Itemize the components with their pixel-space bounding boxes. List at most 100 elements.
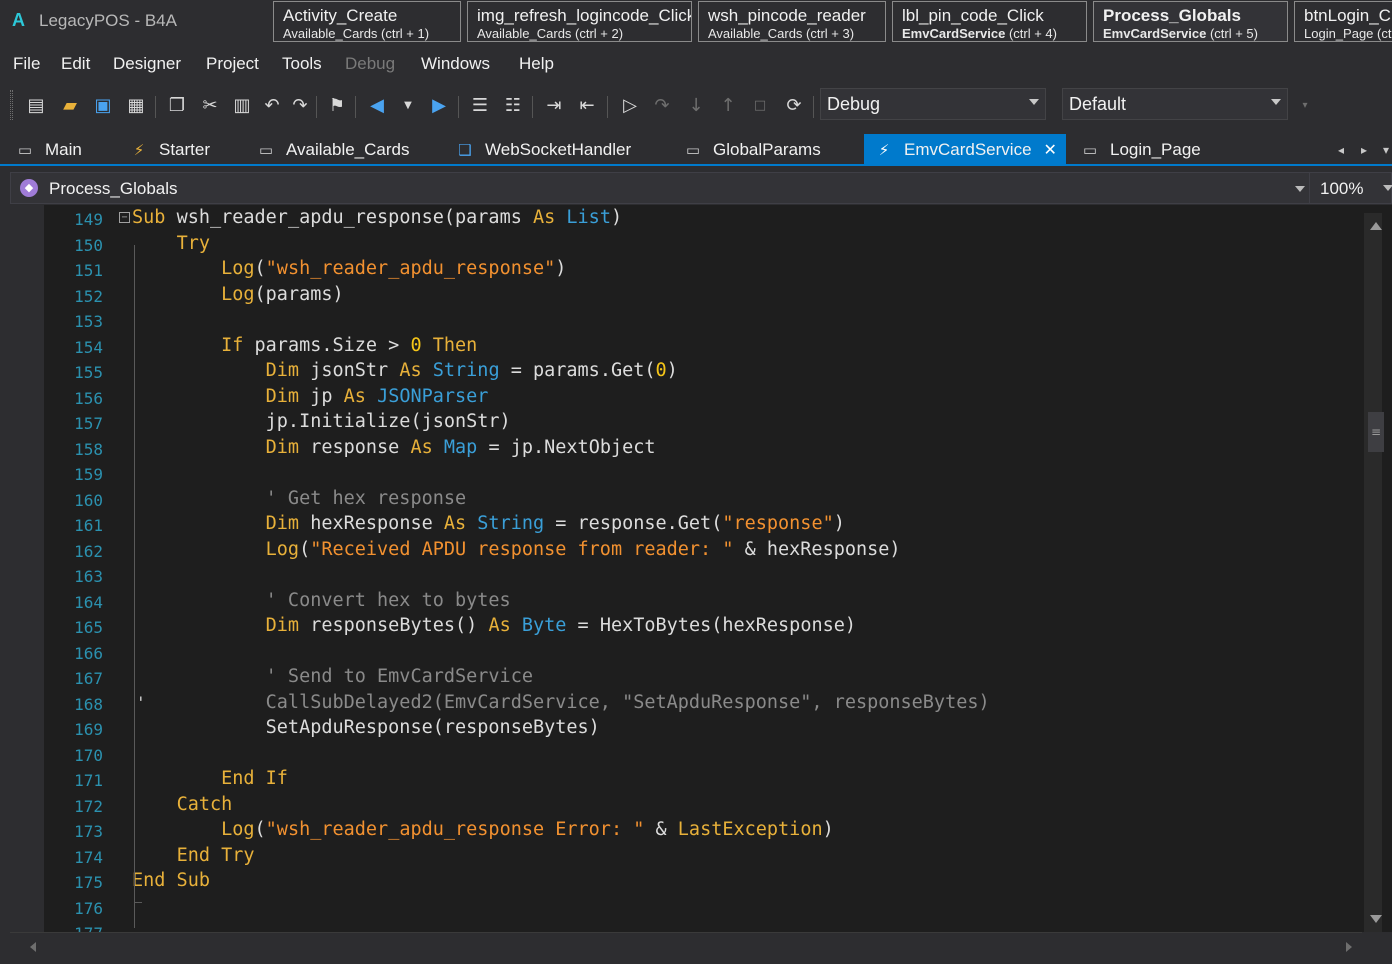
menu-tools[interactable]: Tools	[282, 54, 322, 74]
scroll-up-icon[interactable]	[1370, 222, 1382, 230]
save-all-icon[interactable]: ▦	[124, 93, 148, 117]
code-line[interactable]: 151 Log("wsh_reader_apdu_response")	[44, 257, 1364, 283]
code-line[interactable]: 149 − Sub wsh_reader_apdu_response(params …	[44, 206, 1364, 232]
device-select[interactable]: Default	[1062, 88, 1288, 120]
code-line[interactable]: 158 Dim response As Map = jp.NextObject	[44, 436, 1364, 462]
step-into-icon[interactable]: ↓	[684, 93, 708, 117]
toolbar-overflow-icon[interactable]: ▾	[1293, 93, 1317, 117]
bookmark-icon[interactable]: ⚑	[325, 93, 349, 117]
forward-icon[interactable]: ▶	[427, 93, 451, 117]
menu-windows[interactable]: Windows	[421, 54, 490, 74]
dropdown-icon[interactable]: ▼	[396, 93, 420, 117]
quick-tab-6[interactable]: btnLogin_Click Login_Page (ctrl + 6)	[1294, 1, 1392, 42]
quick-tab-5[interactable]: Process_Globals EmvCardService (ctrl + 5…	[1093, 1, 1288, 42]
comment-icon[interactable]: ☰	[468, 93, 492, 117]
code-line[interactable]: 161 Dim hexResponse As String = response…	[44, 512, 1364, 538]
scroll-thumb[interactable]: ≡	[1368, 412, 1384, 452]
code-line[interactable]: 150 Try	[44, 232, 1364, 258]
tab-main[interactable]: ▭ Main	[13, 134, 131, 166]
quick-tab-1[interactable]: Activity_Create Available_Cards (ctrl + …	[273, 1, 461, 42]
fold-toggle-icon[interactable]: −	[119, 212, 130, 223]
horizontal-scrollbar[interactable]	[10, 932, 1362, 958]
quick-tab-2[interactable]: img_refresh_logincode_Click Available_Ca…	[467, 1, 692, 42]
new-module-icon[interactable]: ▤	[24, 93, 48, 117]
code-token: Log	[221, 819, 255, 840]
code-line[interactable]: 153	[44, 308, 1364, 334]
code-line[interactable]: 155 Dim jsonStr As String = params.Get(0…	[44, 359, 1364, 385]
scroll-right-icon[interactable]	[1346, 942, 1352, 952]
code-line[interactable]: 152 Log(params)	[44, 283, 1364, 309]
code-editor[interactable]: 149 − Sub wsh_reader_apdu_response(params …	[10, 205, 1392, 932]
copy-icon[interactable]: ❐	[165, 93, 189, 117]
restart-icon[interactable]: ⟳	[782, 93, 806, 117]
chevron-down-icon[interactable]	[1295, 186, 1305, 192]
open-icon[interactable]: ▰	[58, 93, 82, 117]
code-line[interactable]: 165 Dim responseBytes() As Byte = HexToB…	[44, 614, 1364, 640]
redo-icon[interactable]: ↷	[288, 93, 312, 117]
run-icon[interactable]: ▷	[618, 93, 642, 117]
uncomment-icon[interactable]: ☷	[501, 93, 525, 117]
step-over-icon[interactable]: ↷	[650, 93, 674, 117]
tab-login-page[interactable]: ▭ Login_Page	[1078, 134, 1228, 166]
menu-debug[interactable]: Debug	[345, 54, 395, 74]
module-icon: ▭	[1082, 141, 1098, 159]
outdent-icon[interactable]: ⇤	[575, 93, 599, 117]
undo-icon[interactable]: ↶	[260, 93, 284, 117]
tab-list-icon[interactable]: ▾	[1383, 143, 1389, 157]
code-line[interactable]: 156 Dim jp As JSONParser	[44, 385, 1364, 411]
code-line[interactable]: 176	[44, 895, 1364, 921]
code-line[interactable]: 159	[44, 461, 1364, 487]
tab-scroll-left-icon[interactable]: ◂	[1338, 143, 1344, 157]
vertical-scrollbar[interactable]	[1364, 213, 1382, 933]
menu-file[interactable]: File	[13, 54, 40, 74]
code-line[interactable]: 169 SetApduResponse(responseBytes)	[44, 716, 1364, 742]
code-line[interactable]: 175 End Sub	[44, 869, 1364, 895]
save-icon[interactable]: ▣	[91, 93, 115, 117]
indent-icon[interactable]: ⇥	[542, 93, 566, 117]
toolbar-grip[interactable]	[10, 90, 13, 120]
step-out-icon[interactable]: ↑	[716, 93, 740, 117]
build-config-select[interactable]: Debug	[820, 88, 1046, 120]
quick-tab-3[interactable]: wsh_pincode_reader Available_Cards (ctrl…	[698, 1, 886, 42]
code-line[interactable]: 163	[44, 563, 1364, 589]
code-line[interactable]: 166	[44, 640, 1364, 666]
quick-tab-4[interactable]: lbl_pin_code_Click EmvCardService (ctrl …	[892, 1, 1087, 42]
code-line[interactable]: 170	[44, 742, 1364, 768]
tab-underline	[0, 164, 1392, 166]
tab-websockethandler[interactable]: ❑ WebSocketHandler	[453, 134, 668, 166]
code-line[interactable]: 174 End Try	[44, 844, 1364, 870]
code-line[interactable]: 167 ' Send to EmvCardService	[44, 665, 1364, 691]
tab-starter[interactable]: ⚡ Starter	[127, 134, 247, 166]
menu-designer[interactable]: Designer	[113, 54, 181, 74]
menu-help[interactable]: Help	[519, 54, 554, 74]
code-line[interactable]: 157 jp.Initialize(jsonStr)	[44, 410, 1364, 436]
tab-available-cards[interactable]: ▭ Available_Cards	[254, 134, 444, 166]
sub-selector[interactable]: Process_Globals	[49, 179, 178, 199]
code-line[interactable]: 164 ' Convert hex to bytes	[44, 589, 1364, 615]
tab-emvcardservice[interactable]: ⚡ EmvCardService ✕	[864, 134, 1066, 166]
scroll-down-icon[interactable]	[1370, 915, 1382, 923]
code-line[interactable]: 171 End If	[44, 767, 1364, 793]
line-number: 163	[74, 567, 103, 586]
code-line[interactable]: 177	[44, 920, 1364, 932]
editor-margin[interactable]	[10, 205, 44, 932]
code-line[interactable]: 172 Catch	[44, 793, 1364, 819]
zoom-select[interactable]: 100%	[1309, 173, 1392, 203]
stop-icon[interactable]: □	[748, 93, 772, 117]
code-line[interactable]: 162 Log("Received APDU response from rea…	[44, 538, 1364, 564]
code-line[interactable]: 160 ' Get hex response	[44, 487, 1364, 513]
code-line[interactable]: 168 ' CallSubDelayed2(EmvCardService, "Se…	[44, 691, 1364, 717]
code-text: Dim jsonStr As String = params.Get(0)	[132, 360, 678, 381]
code-token: End If	[221, 768, 288, 789]
code-line[interactable]: 154 If params.Size > 0 Then	[44, 334, 1364, 360]
tab-scroll-right-icon[interactable]: ▸	[1361, 143, 1367, 157]
cut-icon[interactable]: ✂	[198, 93, 222, 117]
menu-project[interactable]: Project	[206, 54, 259, 74]
tab-globalparams[interactable]: ▭ GlobalParams	[681, 134, 851, 166]
code-line[interactable]: 173 Log("wsh_reader_apdu_response Error:…	[44, 818, 1364, 844]
menu-edit[interactable]: Edit	[61, 54, 90, 74]
paste-icon[interactable]: ▥	[230, 93, 254, 117]
scroll-left-icon[interactable]	[30, 942, 36, 952]
close-icon[interactable]: ✕	[1044, 142, 1057, 159]
back-icon[interactable]: ◀	[365, 93, 389, 117]
